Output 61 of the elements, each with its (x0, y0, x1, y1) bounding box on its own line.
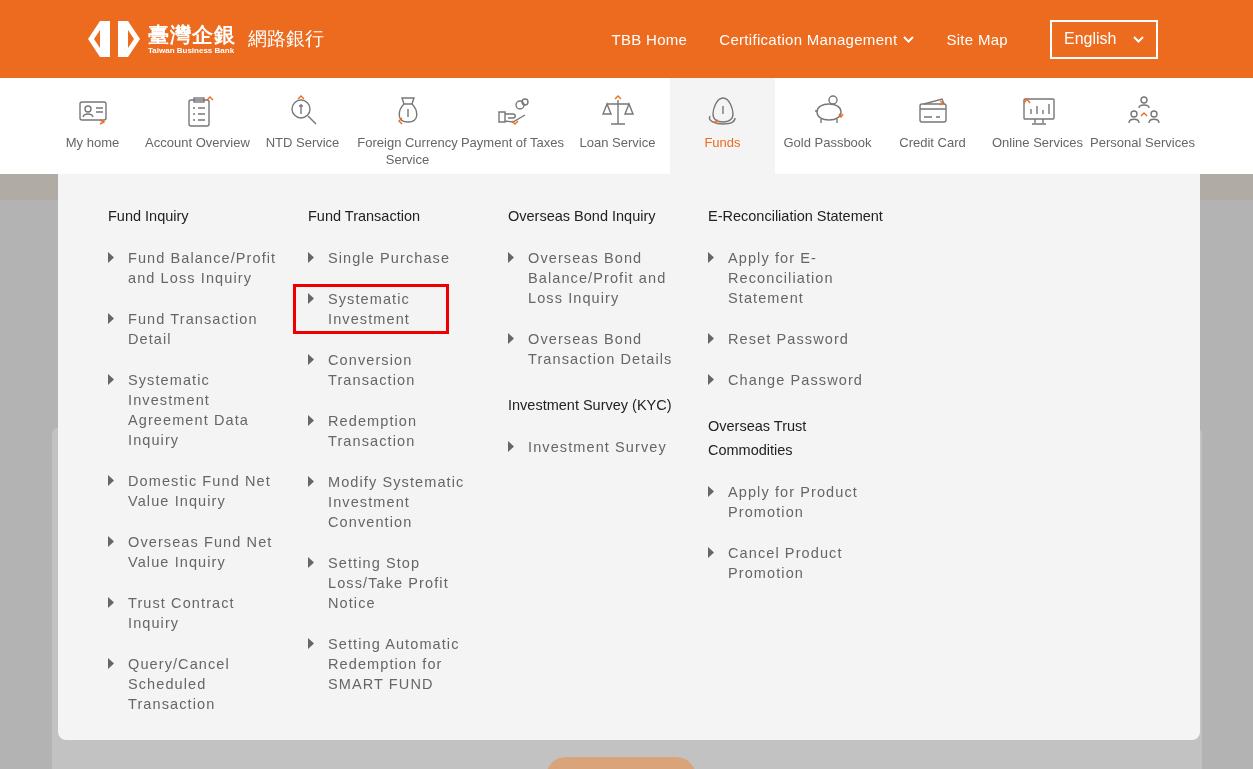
menu-heading: Investment Survey (KYC) (508, 396, 673, 415)
menu-item[interactable]: Fund Transaction Detail (96, 307, 284, 351)
menu-heading: Overseas Trust Commodities (708, 417, 808, 460)
header-link[interactable]: Site Map (946, 30, 1008, 48)
header-link[interactable]: Certification Management (719, 30, 915, 48)
menu-item[interactable]: Single Purchase (296, 246, 484, 270)
caret-icon (508, 252, 514, 263)
caret-icon (308, 252, 314, 263)
menu-item[interactable]: Overseas Bond Transaction Details (496, 327, 684, 371)
caret-icon (308, 638, 314, 649)
caret-icon (708, 486, 714, 497)
menu-item[interactable]: Systematic Investment Agreement Data Inquiry (96, 368, 284, 452)
caret-icon (108, 536, 114, 547)
menu-item[interactable]: Apply for Product Promotion (696, 480, 884, 524)
caret-icon (508, 333, 514, 344)
menu-item[interactable]: Setting Stop Loss/Take Profit Notice (296, 551, 484, 615)
menu-item[interactable]: Systematic Investment (296, 287, 446, 331)
menu-item[interactable]: Setting Automatic Redemption for SMART FUND (296, 632, 484, 696)
menu-item[interactable]: Apply for E-Reconciliation Statement (696, 246, 884, 310)
scales-icon (600, 94, 635, 128)
logo-icon (88, 21, 140, 57)
caret-icon (508, 441, 514, 452)
caret-icon (308, 415, 314, 426)
site-title: 網路銀行 (248, 27, 324, 51)
menu-item[interactable]: Investment Survey (496, 435, 684, 459)
caret-icon (308, 293, 314, 304)
caret-icon (308, 557, 314, 568)
menu-heading: Fund Transaction (308, 207, 422, 226)
caret-icon (108, 252, 114, 263)
menu-item[interactable]: Change Password (696, 368, 884, 392)
caret-icon (108, 475, 114, 486)
menu-heading: Overseas Bond Inquiry (508, 207, 657, 226)
chevron-down-icon (1133, 35, 1144, 43)
menu-item[interactable]: Redemption Transaction (296, 409, 484, 453)
menu-item[interactable]: Query/Cancel Scheduled Transaction (96, 652, 284, 716)
caret-icon (708, 547, 714, 558)
menu-item[interactable]: Reset Password (696, 327, 884, 351)
caret-icon (108, 597, 114, 608)
nav-tab[interactable]: Funds (670, 78, 775, 174)
menu-heading: Fund Inquiry (108, 207, 190, 226)
header-link[interactable]: TBB Home (611, 30, 688, 48)
menu-heading: E-Reconciliation Statement (708, 207, 884, 226)
logo-text: 臺灣企銀 (148, 23, 236, 46)
menu-item[interactable]: Overseas Fund Net Value Inquiry (96, 530, 284, 574)
menu-item[interactable]: Fund Balance/Profit and Loss Inquiry (96, 246, 284, 290)
menu-item[interactable]: Cancel Product Promotion (696, 541, 884, 585)
menu-item[interactable]: Overseas Bond Balance/Profit and Loss Inquiry (496, 246, 684, 310)
caret-icon (708, 374, 714, 385)
language-select[interactable]: English (1050, 19, 1158, 59)
caret-icon (708, 252, 714, 263)
caret-icon (108, 313, 114, 324)
caret-icon (308, 476, 314, 487)
caret-icon (308, 354, 314, 365)
menu-item[interactable]: Modify Systematic Investment Convention (296, 470, 484, 534)
caret-icon (108, 374, 114, 385)
caret-icon (108, 658, 114, 669)
menu-item[interactable]: Domestic Fund Net Value Inquiry (96, 469, 284, 513)
logo-subtitle: Taiwan Business Bank (148, 45, 236, 55)
menu-item[interactable]: Trust Contract Inquiry (96, 591, 284, 635)
menu-item[interactable]: Conversion Transaction (296, 348, 484, 392)
caret-icon (708, 333, 714, 344)
